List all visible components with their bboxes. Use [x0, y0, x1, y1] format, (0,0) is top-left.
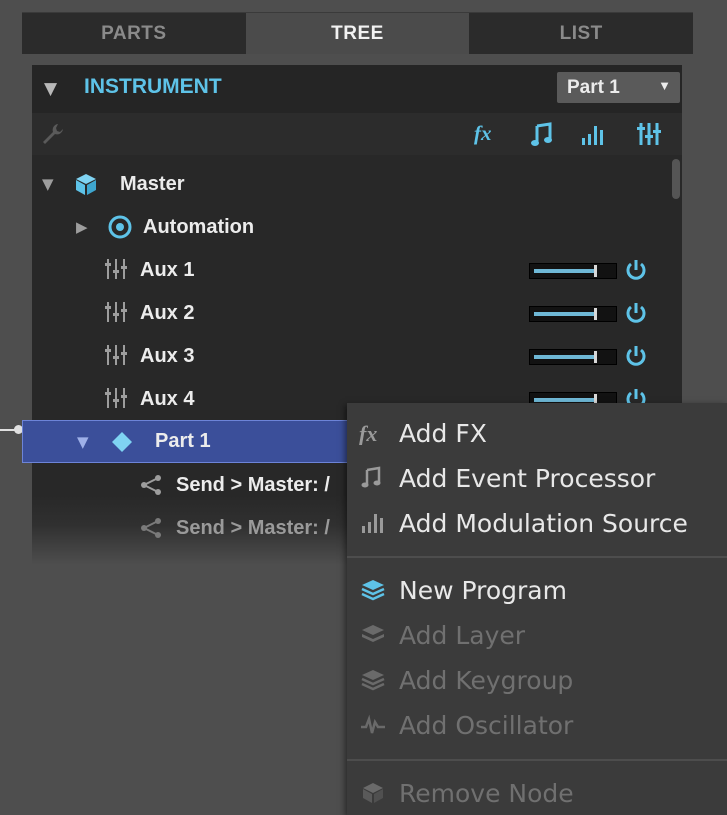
- menu-item-label: Add Layer: [399, 620, 526, 650]
- menu-item-label: Add Keygroup: [399, 665, 574, 695]
- aux-level-slider[interactable]: [529, 306, 617, 322]
- menu-separator: [347, 556, 727, 558]
- aux-level-slider[interactable]: [529, 349, 617, 365]
- target-icon: [108, 215, 132, 239]
- diamond-icon: [112, 432, 132, 452]
- tab-list[interactable]: LIST: [469, 12, 694, 54]
- waveform-icon: [361, 714, 385, 734]
- instrument-title: INSTRUMENT: [84, 75, 222, 98]
- expand-triangle-icon[interactable]: ▼: [42, 175, 54, 193]
- menu-item-label: New Program: [399, 575, 567, 605]
- tree-node-label: Send > Master: /: [176, 517, 330, 539]
- tree-node-master[interactable]: ▼ Master: [32, 163, 682, 206]
- power-icon[interactable]: [624, 301, 648, 325]
- bars-icon: [362, 514, 383, 533]
- collapse-triangle-icon[interactable]: ▼: [44, 79, 57, 99]
- note-icon[interactable]: [530, 122, 554, 148]
- bars-icon[interactable]: [581, 123, 607, 147]
- menu-item-new-program[interactable]: New Program: [347, 570, 727, 610]
- tree-node-label: Aux 3: [140, 345, 195, 367]
- tree-node-label: Part 1: [155, 430, 211, 452]
- menu-item-add-modulation-source[interactable]: Add Modulation Source: [347, 503, 727, 543]
- note-icon: [361, 466, 381, 488]
- tab-bar: PARTS TREE LIST: [22, 12, 694, 54]
- menu-item-label: Add FX: [399, 418, 487, 448]
- mixer-icon: [105, 259, 127, 279]
- menu-item-label: Add Modulation Source: [399, 508, 688, 538]
- menu-item-remove-node[interactable]: Remove Node: [347, 773, 727, 813]
- tree-node-label: Automation: [143, 216, 255, 238]
- instrument-header: ▼ INSTRUMENT Part 1 ▼: [32, 65, 682, 113]
- aux-level-slider[interactable]: [529, 263, 617, 279]
- menu-item-label: Remove Node: [399, 778, 574, 808]
- context-menu: fx Add FX Add Event Processor Add Modula…: [347, 403, 727, 815]
- part-dropdown-value: Part 1: [567, 76, 620, 98]
- wrench-icon[interactable]: [40, 121, 66, 147]
- tree-node-label: Aux 1: [140, 259, 195, 281]
- power-icon[interactable]: [624, 344, 648, 368]
- fx-icon[interactable]: fx: [474, 121, 492, 146]
- layers-icon: [361, 580, 385, 601]
- svg-text:fx: fx: [359, 421, 377, 445]
- fx-icon: fx: [359, 421, 377, 445]
- tree-node-label: Aux 4: [140, 388, 195, 410]
- expand-triangle-icon[interactable]: ▼: [77, 433, 89, 451]
- layer-icon: [362, 625, 384, 642]
- tree-node-aux-1[interactable]: Aux 1: [32, 249, 682, 292]
- tab-tree[interactable]: TREE: [245, 12, 470, 54]
- cube-icon: [76, 174, 96, 195]
- share-icon: [141, 475, 161, 495]
- menu-separator: [347, 759, 727, 761]
- tree-node-aux-3[interactable]: Aux 3: [32, 335, 682, 378]
- tree-node-label: Send > Master: /: [176, 474, 330, 496]
- menu-item-add-keygroup[interactable]: Add Keygroup: [347, 660, 727, 700]
- power-icon[interactable]: [624, 258, 648, 282]
- menu-item-add-oscillator[interactable]: Add Oscillator: [347, 705, 727, 745]
- chevron-down-icon: ▼: [658, 78, 671, 93]
- menu-item-add-fx[interactable]: fx Add FX: [347, 413, 727, 453]
- menu-item-label: Add Event Processor: [399, 463, 656, 493]
- tree-toolbar: fx: [32, 113, 682, 155]
- cube-icon: [363, 783, 383, 803]
- tree-node-label: Master: [120, 173, 185, 195]
- menu-item-add-event-processor[interactable]: Add Event Processor: [347, 458, 727, 498]
- menu-item-label: Add Oscillator: [399, 710, 574, 740]
- mixer-icon: [105, 345, 127, 365]
- tab-parts[interactable]: PARTS: [22, 12, 246, 54]
- tree-node-aux-2[interactable]: Aux 2: [32, 292, 682, 335]
- share-icon: [141, 518, 161, 538]
- keygroup-icon: [361, 670, 385, 691]
- mixer-icon: [105, 388, 127, 408]
- part-dropdown[interactable]: Part 1 ▼: [557, 72, 680, 103]
- expand-triangle-icon[interactable]: ▶: [76, 218, 88, 236]
- menu-item-add-layer[interactable]: Add Layer: [347, 615, 727, 655]
- tree-node-automation[interactable]: ▶ Automation: [32, 206, 682, 249]
- tree-node-label: Aux 2: [140, 302, 195, 324]
- mixer-icon: [105, 302, 127, 322]
- mixer-icon[interactable]: [636, 121, 662, 147]
